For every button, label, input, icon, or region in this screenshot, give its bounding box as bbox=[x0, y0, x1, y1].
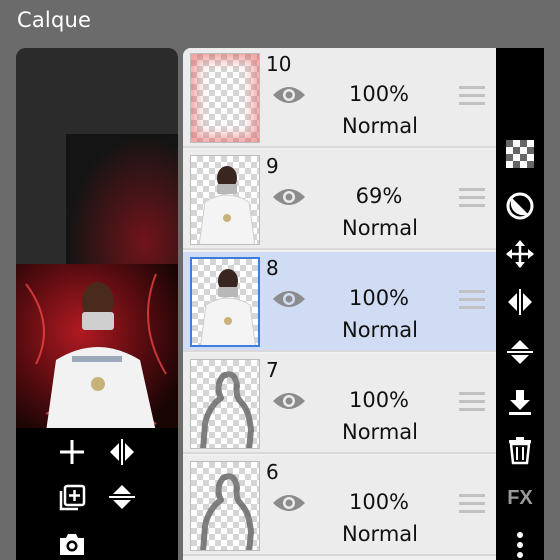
layer-thumbnail[interactable] bbox=[190, 53, 260, 143]
layer-actions-toolbar: FX bbox=[496, 48, 544, 560]
canvas-preview-panel bbox=[16, 48, 178, 560]
merge-down-icon bbox=[509, 390, 531, 415]
layer-opacity[interactable]: 100% bbox=[343, 388, 415, 412]
flip-vertical-icon bbox=[507, 340, 533, 364]
layer-opacity[interactable]: 100% bbox=[343, 490, 415, 514]
move-layer-button[interactable] bbox=[496, 234, 544, 274]
delete-layer-button[interactable] bbox=[496, 430, 544, 470]
drag-handle-icon[interactable] bbox=[459, 290, 485, 310]
canvas-tools bbox=[16, 428, 178, 560]
panel-title: Calque bbox=[17, 8, 92, 32]
drag-handle-icon[interactable] bbox=[459, 494, 485, 514]
layer-opacity[interactable]: 100% bbox=[343, 82, 415, 106]
clipping-mask-button[interactable] bbox=[496, 186, 544, 226]
visibility-eye-icon[interactable] bbox=[271, 388, 307, 414]
checkerboard-icon bbox=[506, 140, 534, 168]
duplicate-layer-button[interactable] bbox=[54, 480, 90, 514]
drag-handle-icon[interactable] bbox=[459, 86, 485, 106]
layer-thumbnail[interactable] bbox=[190, 155, 260, 245]
canvas-photo-preview bbox=[16, 264, 178, 432]
plus-icon bbox=[60, 440, 84, 464]
more-vertical-icon bbox=[517, 532, 523, 558]
add-layer-button[interactable] bbox=[54, 436, 90, 468]
layer-number: 8 bbox=[266, 256, 279, 280]
layer-number: 6 bbox=[266, 460, 279, 484]
layer-thumbnail[interactable] bbox=[190, 461, 260, 551]
drag-handle-icon[interactable] bbox=[459, 392, 485, 412]
layer-blend-mode[interactable]: Normal bbox=[335, 318, 425, 342]
visibility-eye-icon[interactable] bbox=[271, 82, 307, 108]
more-options-button[interactable] bbox=[496, 524, 544, 560]
layer-blend-mode[interactable]: Normal bbox=[335, 114, 425, 138]
layer-opacity[interactable]: 100% bbox=[343, 286, 415, 310]
layer-row[interactable]: 7 100% Normal bbox=[183, 354, 496, 454]
trash-icon bbox=[509, 437, 531, 465]
flip-vertical-icon bbox=[109, 485, 135, 509]
duplicate-icon bbox=[59, 484, 86, 511]
flip-vertical-button[interactable] bbox=[104, 480, 140, 514]
right-edge bbox=[544, 48, 560, 560]
layer-number: 10 bbox=[266, 52, 292, 76]
merge-down-button[interactable] bbox=[496, 382, 544, 422]
move-arrows-icon bbox=[506, 240, 534, 268]
layer-number: 9 bbox=[266, 154, 279, 178]
visibility-eye-icon[interactable] bbox=[271, 184, 307, 210]
flip-vertical-layer-button[interactable] bbox=[496, 332, 544, 372]
layers-list[interactable]: 10 100% Normal 9 69% Normal 8 100% Norma… bbox=[183, 48, 496, 560]
flip-horizontal-icon bbox=[508, 289, 532, 315]
layer-row[interactable]: 9 69% Normal bbox=[183, 150, 496, 250]
layer-opacity[interactable]: 69% bbox=[343, 184, 415, 208]
layer-blend-mode[interactable]: Normal bbox=[335, 420, 425, 444]
camera-icon bbox=[60, 534, 84, 555]
layer-thumbnail[interactable] bbox=[190, 257, 260, 347]
flip-horizontal-button[interactable] bbox=[104, 436, 140, 468]
flip-horizontal-layer-button[interactable] bbox=[496, 282, 544, 322]
layer-thumbnail[interactable] bbox=[190, 359, 260, 449]
layer-number: 7 bbox=[266, 358, 279, 382]
layer-row[interactable]: 6 100% Normal bbox=[183, 456, 496, 556]
drag-handle-icon[interactable] bbox=[459, 188, 485, 208]
layer-row[interactable]: 10 100% Normal bbox=[183, 48, 496, 148]
layer-row-selected[interactable]: 8 100% Normal bbox=[183, 252, 496, 352]
visibility-eye-icon[interactable] bbox=[271, 490, 307, 516]
layer-blend-mode[interactable]: Normal bbox=[335, 522, 425, 546]
visibility-eye-icon[interactable] bbox=[271, 286, 307, 312]
camera-button[interactable] bbox=[54, 528, 90, 560]
transparency-lock-button[interactable] bbox=[496, 134, 544, 174]
flip-horizontal-icon bbox=[110, 439, 134, 465]
contrast-circle-icon bbox=[506, 192, 534, 220]
layer-blend-mode[interactable]: Normal bbox=[335, 216, 425, 240]
fx-effects-button[interactable]: FX bbox=[496, 478, 544, 518]
